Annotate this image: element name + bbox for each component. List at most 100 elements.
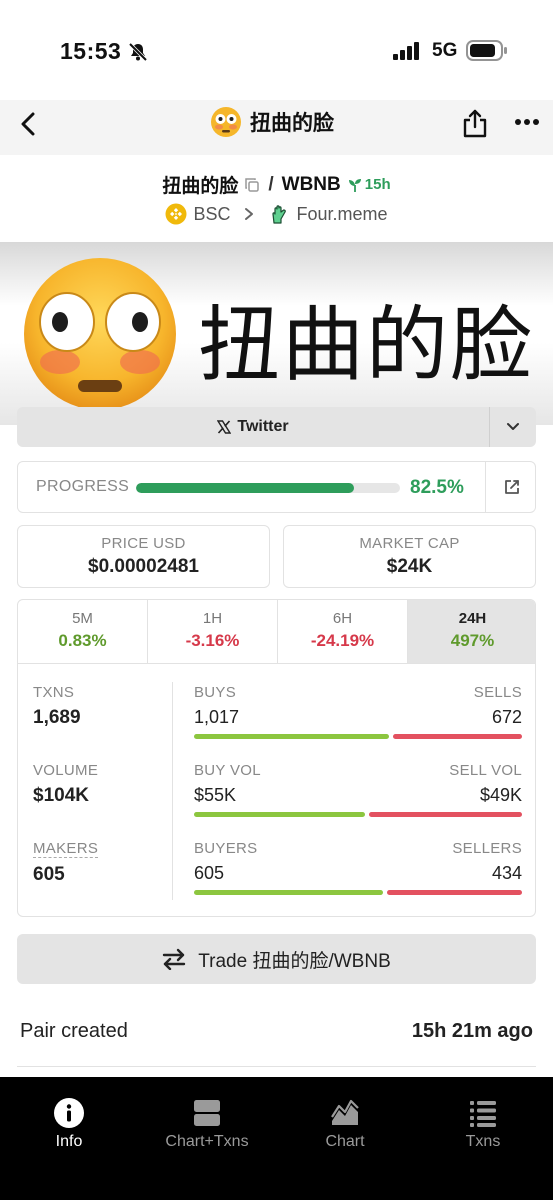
bonding-progress-card: PROGRESS 82.5% bbox=[17, 461, 536, 513]
buy-vol-label: BUY VOL bbox=[194, 762, 261, 779]
tab-label: Chart+Txns bbox=[165, 1133, 249, 1150]
sellers-bar bbox=[386, 890, 522, 895]
buy-sell-volume-bar bbox=[194, 812, 522, 817]
tab-label: Info bbox=[55, 1133, 83, 1150]
makers-block: MAKERS 605 bbox=[33, 840, 99, 886]
price-usd-label: PRICE USD bbox=[101, 535, 186, 552]
sellers-label: SELLERS bbox=[452, 840, 522, 857]
volume-value: $104K bbox=[33, 785, 89, 806]
swap-arrows-icon bbox=[163, 948, 186, 970]
chain-dex-line: BSC Four.meme bbox=[0, 203, 553, 225]
sell-vol-label: SELL VOL bbox=[449, 762, 522, 779]
period-tabs: 5M 0.83% 1H -3.16% 6H -24.19% 24H 497% bbox=[18, 600, 535, 664]
flushed-face-logo-icon bbox=[24, 258, 176, 410]
nav-bar: 扭曲的脸 bbox=[0, 100, 553, 155]
four-meme-dex-icon bbox=[272, 205, 287, 224]
network-type: 5G bbox=[432, 40, 458, 61]
market-cap-label: MARKET CAP bbox=[359, 535, 460, 552]
sells-bar bbox=[393, 734, 522, 739]
socials-row: Twitter bbox=[17, 407, 536, 447]
more-options-icon[interactable] bbox=[514, 118, 540, 126]
tab-info[interactable]: Info bbox=[0, 1097, 138, 1151]
txns-label: TXNS bbox=[33, 684, 75, 701]
list-icon bbox=[470, 1101, 496, 1127]
buy-vol-bar bbox=[194, 812, 366, 817]
back-button[interactable] bbox=[16, 110, 44, 138]
buyers-sellers-bar bbox=[194, 890, 522, 895]
chevron-right-icon bbox=[245, 208, 254, 220]
buyers-bar bbox=[194, 890, 383, 895]
tab-chart-txns[interactable]: Chart+Txns bbox=[138, 1097, 276, 1151]
volume-label: VOLUME bbox=[33, 762, 99, 779]
flushed-face-icon bbox=[211, 107, 241, 137]
info-icon bbox=[54, 1098, 84, 1128]
progress-bar-fill bbox=[136, 483, 354, 493]
makers-value: 605 bbox=[33, 864, 65, 885]
market-cap-card: MARKET CAP $24K bbox=[283, 525, 536, 588]
chain-name[interactable]: BSC bbox=[193, 204, 230, 225]
period-change: 0.83% bbox=[58, 631, 107, 650]
buys-sells-bar bbox=[194, 734, 522, 739]
pair-separator: / bbox=[268, 173, 274, 195]
sell-vol-bar bbox=[369, 812, 522, 817]
tab-label: Txns bbox=[465, 1133, 501, 1150]
buyers-label: BUYERS bbox=[194, 840, 258, 857]
makers-label[interactable]: MAKERS bbox=[33, 840, 99, 858]
x-logo-icon bbox=[217, 420, 232, 434]
share-icon[interactable] bbox=[462, 108, 488, 138]
dex-name[interactable]: Four.meme bbox=[296, 204, 387, 225]
pair-created-label: Pair created bbox=[20, 1020, 128, 1042]
pair-header: 扭曲的脸 / WBNB 15h BSC Four.meme bbox=[0, 155, 553, 242]
area-chart-icon bbox=[331, 1099, 359, 1125]
seedling-icon bbox=[348, 178, 361, 192]
sells-label: SELLS bbox=[473, 684, 522, 701]
trade-button-label: Trade 扭曲的脸/WBNB bbox=[198, 950, 391, 972]
tab-txns[interactable]: Txns bbox=[414, 1097, 552, 1151]
period-label: 1H bbox=[202, 610, 223, 627]
price-usd-card: PRICE USD $0.00002481 bbox=[17, 525, 270, 588]
progress-label: PROGRESS bbox=[36, 478, 130, 495]
quote-token-name: WBNB bbox=[281, 173, 341, 195]
sellers-value: 434 bbox=[491, 863, 522, 883]
twitter-button[interactable]: Twitter bbox=[17, 407, 489, 447]
progress-value: 82.5% bbox=[410, 477, 464, 498]
banner-token-name: 扭曲的脸 bbox=[198, 298, 535, 393]
buyers-value: 605 bbox=[194, 863, 225, 883]
sells-value: 672 bbox=[491, 707, 522, 727]
battery-icon bbox=[466, 40, 507, 61]
period-stats-card: 5M 0.83% 1H -3.16% 6H -24.19% 24H 497% T… bbox=[17, 599, 536, 917]
sell-vol-value: $49K bbox=[479, 785, 522, 805]
trade-button[interactable]: Trade 扭曲的脸/WBNB bbox=[17, 934, 536, 984]
tab-24h[interactable]: 24H 497% bbox=[408, 600, 535, 663]
period-change: -3.16% bbox=[185, 631, 240, 650]
signal-icon bbox=[393, 42, 419, 60]
socials-dropdown-button[interactable] bbox=[489, 407, 536, 447]
txns-block: TXNS 1,689 bbox=[33, 684, 81, 729]
bottom-tab-bar: Info Chart+Txns Chart Txns bbox=[0, 1077, 553, 1200]
chevron-down-icon bbox=[507, 423, 519, 430]
pair-created-value: 15h 21m ago bbox=[411, 1020, 533, 1042]
price-usd-value: $0.00002481 bbox=[88, 556, 199, 577]
buy-vol-value: $55K bbox=[194, 785, 237, 805]
tab-1h[interactable]: 1H -3.16% bbox=[148, 600, 278, 663]
external-link-button[interactable] bbox=[485, 462, 537, 512]
buy-sell-volume-row: BUY VOL SELL VOL $55K $49K bbox=[194, 762, 522, 817]
twitter-label: Twitter bbox=[237, 418, 289, 435]
status-bar: 15:53 5G bbox=[0, 0, 553, 100]
nav-title: 扭曲的脸 bbox=[210, 106, 334, 138]
status-time: 15:53 bbox=[60, 38, 122, 64]
split-view-icon bbox=[194, 1100, 220, 1126]
tab-6h[interactable]: 6H -24.19% bbox=[278, 600, 408, 663]
metrics-totals: TXNS 1,689 VOLUME $104K MAKERS 605 bbox=[18, 664, 172, 916]
tab-label: Chart bbox=[325, 1133, 365, 1150]
tab-5m[interactable]: 5M 0.83% bbox=[18, 600, 148, 663]
buys-sells-row: BUYS SELLS 1,017 672 bbox=[194, 684, 522, 739]
divider bbox=[17, 1066, 536, 1067]
bell-off-icon bbox=[128, 42, 148, 62]
tab-chart[interactable]: Chart bbox=[276, 1097, 414, 1151]
buyers-sellers-row: BUYERS SELLERS 605 434 bbox=[194, 840, 522, 895]
period-label: 6H bbox=[332, 610, 353, 627]
copy-icon[interactable] bbox=[244, 177, 260, 193]
external-link-icon bbox=[504, 480, 519, 494]
pair-created-row: Pair created 15h 21m ago bbox=[20, 1020, 533, 1043]
